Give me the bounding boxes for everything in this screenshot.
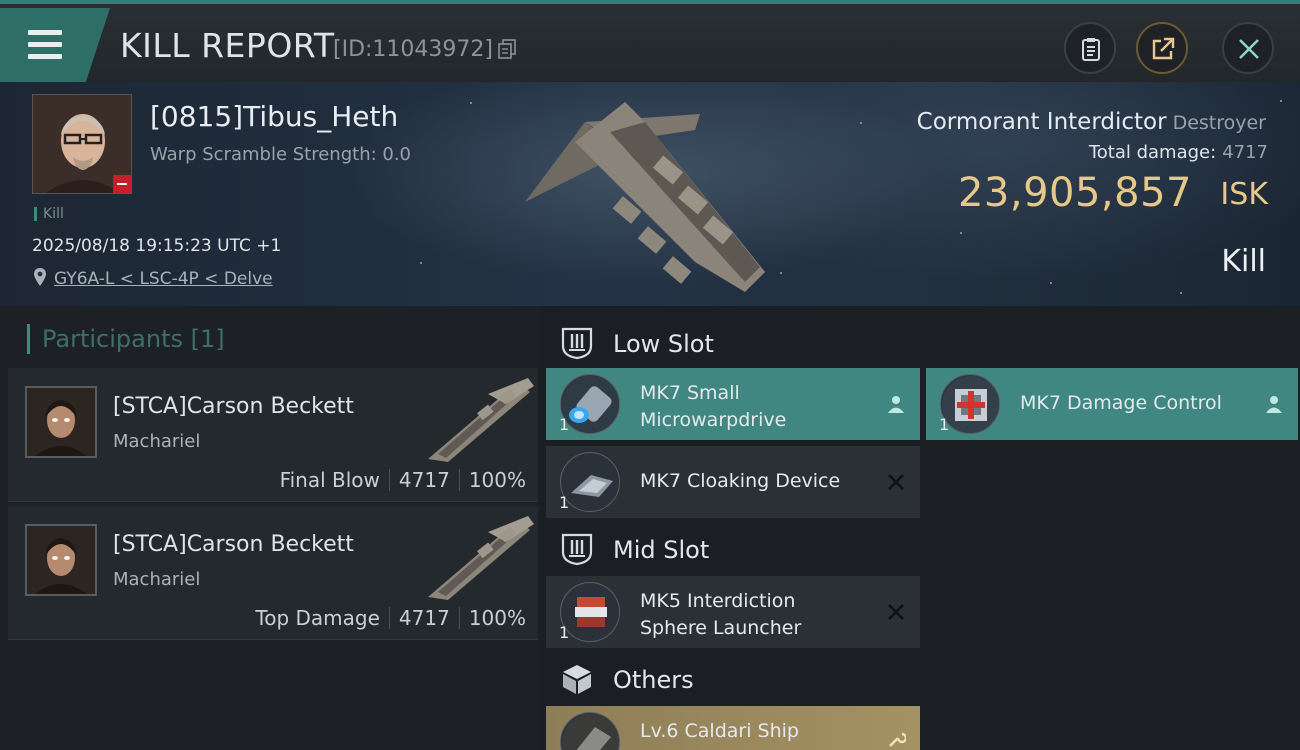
module-item[interactable]: 1 MK7 Small Microwarpdrive — [546, 368, 920, 440]
loss-badge — [113, 175, 131, 193]
low-slot-header: Low Slot — [540, 312, 1300, 372]
others-header: Others — [540, 648, 1300, 708]
victim-portrait[interactable] — [32, 94, 132, 194]
x-icon — [888, 604, 904, 620]
total-damage: Total damage: 4717 — [1089, 142, 1268, 163]
module-item[interactable]: Lv.6 Caldari Ship — [546, 706, 920, 750]
ship-image — [525, 102, 765, 292]
module-item[interactable]: 1 MK5 Interdiction Sphere Launcher — [546, 576, 920, 648]
person-icon — [1266, 396, 1282, 413]
participant-name[interactable]: [STCA]Carson Beckett — [113, 532, 354, 557]
share-button[interactable] — [1136, 22, 1188, 74]
module-name: Lv.6 Caldari Ship — [640, 720, 799, 742]
module-quantity: 1 — [939, 415, 950, 434]
module-quantity: 1 — [559, 415, 570, 434]
ship-type: Cormorant Interdictor — [916, 109, 1167, 135]
shield-slot-icon — [561, 533, 593, 566]
module-name: MK7 Cloaking Device — [640, 470, 841, 492]
copy-icon[interactable] — [498, 39, 516, 59]
others-title: Others — [613, 666, 694, 694]
module-name: MK7 Small Microwarpdrive — [640, 382, 787, 431]
x-icon — [888, 474, 904, 490]
participant-damage: 4717 — [398, 468, 450, 492]
module-item[interactable]: 1 MK7 Damage Control — [926, 368, 1298, 440]
victim-name[interactable]: [0815]Tibus_Heth — [150, 100, 398, 133]
mid-slot-header: Mid Slot — [540, 518, 1300, 578]
participant-stats: Top Damage 4717 100% — [255, 606, 526, 630]
warp-scramble-strength: Warp Scramble Strength: 0.0 — [150, 144, 412, 165]
wrench-icon — [889, 732, 906, 747]
kill-tag: Kill — [34, 207, 64, 221]
outcome-label: Kill — [1221, 244, 1266, 279]
module-quantity: 1 — [559, 493, 570, 512]
ship-name[interactable]: Cormorant Interdictor Destroyer — [917, 109, 1266, 135]
total-damage-label: Total damage: — [1088, 142, 1217, 163]
kill-timestamp: 2025/08/18 19:15:23 UTC +1 — [32, 236, 282, 256]
ship-image — [428, 516, 534, 600]
avatar[interactable] — [25, 386, 97, 458]
menu-button[interactable] — [0, 8, 110, 82]
participants-panel: Participants [1] [STCA]Carson Beckett Ma… — [0, 306, 540, 750]
participant-ship: Machariel — [113, 431, 201, 452]
module-name: MK7 Damage Control — [1020, 392, 1222, 414]
ship-image — [428, 378, 534, 462]
low-slot-title: Low Slot — [613, 330, 714, 358]
location-link[interactable]: GY6A-L < LSC-4P < Delve — [54, 269, 273, 289]
shield-slot-icon — [561, 327, 593, 360]
close-icon — [1239, 39, 1259, 59]
report-id: [ID:11043972] — [333, 37, 493, 62]
clipboard-icon — [1082, 38, 1100, 61]
isk-value: 23,905,857 — [957, 170, 1192, 216]
module-name: MK5 Interdiction Sphere Launcher — [640, 590, 802, 639]
mid-slot-title: Mid Slot — [613, 536, 710, 564]
participants-header: Participants [1] — [27, 324, 225, 354]
participant-row[interactable]: [STCA]Carson Beckett Machariel Top Damag… — [8, 506, 538, 640]
fittings-panel: Low Slot 1 MK7 Small Microwarpdrive 1 MK… — [540, 306, 1300, 750]
caldari-ship-icon — [560, 712, 620, 750]
hamburger-icon — [28, 30, 62, 35]
clipboard-button[interactable] — [1064, 22, 1116, 74]
participant-stats: Final Blow 4717 100% — [280, 468, 526, 492]
participant-row[interactable]: [STCA]Carson Beckett Machariel Final Blo… — [8, 368, 538, 502]
page-title: KILL REPORT — [120, 26, 335, 65]
ship-class: Destroyer — [1172, 112, 1266, 134]
avatar[interactable] — [25, 524, 97, 596]
isk-unit: ISK — [1220, 177, 1268, 212]
participant-name[interactable]: [STCA]Carson Beckett — [113, 394, 354, 419]
participant-ship: Machariel — [113, 569, 201, 590]
participant-role: Top Damage — [255, 606, 380, 630]
location-pin-icon — [34, 268, 46, 286]
module-quantity: 1 — [559, 623, 570, 642]
victim-banner: [0815]Tibus_Heth Warp Scramble Strength:… — [0, 82, 1300, 306]
person-icon — [888, 396, 904, 413]
module-item[interactable]: 1 MK7 Cloaking Device — [546, 446, 920, 518]
participant-role: Final Blow — [279, 468, 380, 492]
share-icon — [1152, 37, 1175, 60]
total-damage-value: 4717 — [1222, 142, 1268, 163]
close-button[interactable] — [1222, 22, 1274, 74]
participant-damage: 4717 — [398, 606, 450, 630]
participant-percent: 100% — [468, 606, 526, 630]
participant-percent: 100% — [468, 468, 526, 492]
cube-icon — [563, 665, 591, 694]
top-bar: KILL REPORT [ID:11043972] — [0, 0, 1300, 82]
